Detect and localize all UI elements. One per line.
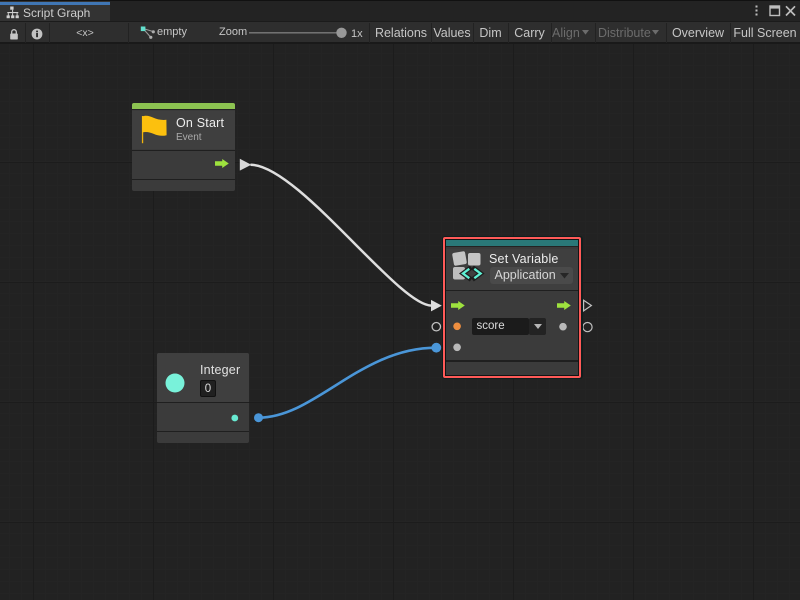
svg-text:1x: 1x — [351, 28, 363, 40]
